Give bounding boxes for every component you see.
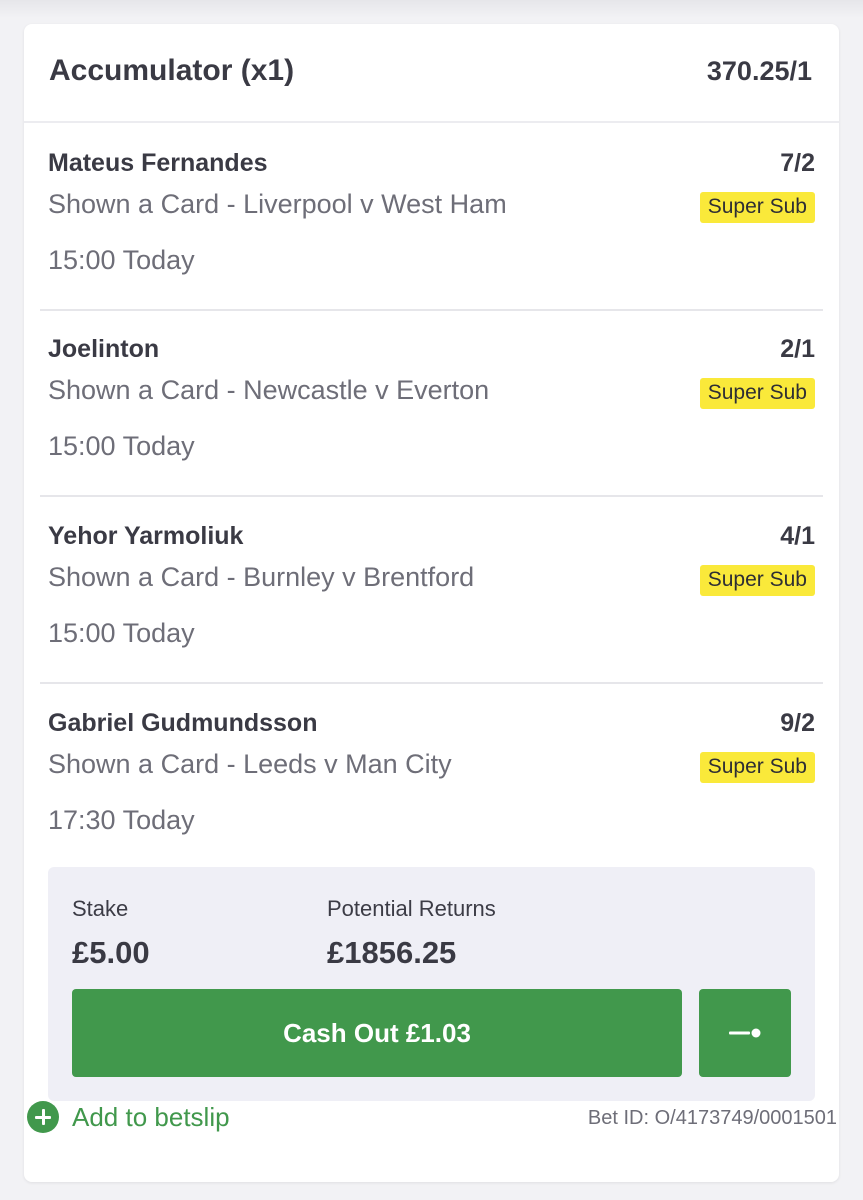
selection-name: Joelinton — [48, 335, 160, 363]
stake-panel: Stake Potential Returns £5.00 £1856.25 C… — [48, 867, 815, 1101]
super-sub-badge: Super Sub — [699, 752, 815, 783]
add-to-betslip-label: Add to betslip — [72, 1101, 230, 1132]
selection-item: Mateus Fernandes 7/2 Shown a Card - Live… — [40, 123, 823, 311]
partial-cashout-slider-icon — [729, 1028, 761, 1038]
add-to-betslip-link[interactable]: Add to betslip — [27, 1100, 230, 1134]
cash-out-button[interactable]: Cash Out £1.03 — [72, 989, 682, 1077]
selection-time: 15:00 Today — [48, 245, 195, 275]
selection-name: Mateus Fernandes — [48, 149, 268, 177]
accumulator-title: Accumulator (x1) — [49, 54, 295, 87]
super-sub-badge: Super Sub — [699, 565, 815, 596]
selection-name: Gabriel Gudmundsson — [48, 709, 318, 737]
selection-time: 15:00 Today — [48, 431, 195, 461]
selection-odds: 7/2 — [780, 149, 815, 177]
selection-item: Joelinton 2/1 Shown a Card - Newcastle v… — [40, 309, 823, 497]
plus-circle-icon — [27, 1101, 59, 1133]
top-shadow — [0, 0, 863, 18]
stake-label: Stake — [72, 896, 129, 921]
bet-card: Accumulator (x1) 370.25/1 Mateus Fernand… — [24, 24, 839, 1182]
selection-market: Shown a Card - Leeds v Man City — [48, 749, 452, 779]
selection-item: Gabriel Gudmundsson 9/2 Shown a Card - L… — [40, 683, 823, 869]
selection-odds: 4/1 — [780, 522, 815, 550]
super-sub-badge: Super Sub — [699, 192, 815, 223]
accumulator-header: Accumulator (x1) 370.25/1 — [24, 24, 839, 123]
selection-market: Shown a Card - Newcastle v Everton — [48, 375, 490, 405]
selection-odds: 9/2 — [780, 709, 815, 737]
selection-item: Yehor Yarmoliuk 4/1 Shown a Card - Burnl… — [40, 496, 823, 684]
potential-returns-value: £1856.25 — [327, 935, 457, 970]
selection-time: 17:30 Today — [48, 805, 195, 835]
super-sub-badge: Super Sub — [699, 378, 815, 409]
stake-value: £5.00 — [72, 935, 150, 970]
partial-cash-out-button[interactable] — [699, 989, 791, 1077]
selection-odds: 2/1 — [780, 335, 815, 363]
bet-id: Bet ID: O/4173749/0001501 — [587, 1107, 837, 1129]
selection-market: Shown a Card - Liverpool v West Ham — [48, 189, 507, 219]
selection-name: Yehor Yarmoliuk — [48, 522, 244, 550]
selection-time: 15:00 Today — [48, 618, 195, 648]
accumulator-odds: 370.25/1 — [706, 56, 812, 86]
selection-market: Shown a Card - Burnley v Brentford — [48, 562, 475, 592]
potential-returns-label: Potential Returns — [327, 896, 496, 921]
